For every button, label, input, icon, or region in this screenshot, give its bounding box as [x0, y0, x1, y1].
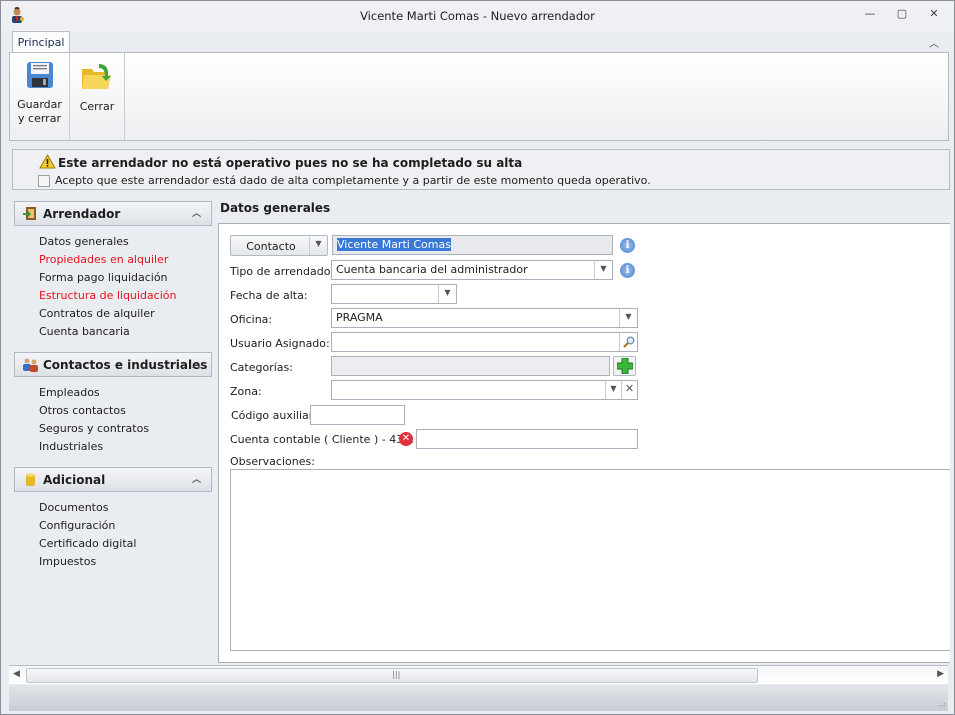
- oficina-select[interactable]: PRAGMA ▼: [331, 308, 638, 328]
- categorias-label: Categorías:: [230, 361, 293, 374]
- fecha-label: Fecha de alta:: [230, 289, 308, 302]
- fecha-alta-picker[interactable]: ▼: [331, 284, 457, 304]
- observaciones-label: Observaciones:: [230, 455, 315, 468]
- scroll-left-icon[interactable]: ◀: [13, 669, 20, 679]
- nav-certificado-digital[interactable]: Certificado digital: [39, 537, 136, 550]
- group-adicional[interactable]: Adicional ︿: [14, 467, 212, 492]
- save-and-close-button[interactable]: Guardar y cerrar: [10, 53, 70, 141]
- save-label-2: y cerrar: [18, 112, 61, 125]
- title-bar: Vicente Marti Comas - Nuevo arrendador —…: [1, 1, 954, 31]
- restore-button[interactable]: ▢: [893, 7, 911, 23]
- usuario-label: Usuario Asignado:: [230, 337, 330, 350]
- nav-documentos[interactable]: Documentos: [39, 501, 108, 514]
- save-label-1: Guardar: [17, 98, 62, 111]
- info-icon[interactable]: i: [620, 263, 635, 278]
- cuenta-contable-field[interactable]: [416, 429, 638, 449]
- nav-impuestos[interactable]: Impuestos: [39, 555, 96, 568]
- contacto-name-value: Vicente Marti Comas: [337, 238, 451, 251]
- tipo-arrendador-select[interactable]: Cuenta bancaria del administrador ▼: [331, 260, 613, 280]
- chevron-up-icon[interactable]: ︿: [192, 206, 201, 219]
- oficina-value: PRAGMA: [336, 311, 383, 324]
- scroll-thumb[interactable]: |||: [26, 668, 759, 683]
- window: Vicente Marti Comas - Nuevo arrendador —…: [0, 0, 955, 715]
- nav-contratos-alquiler[interactable]: Contratos de alquiler: [39, 307, 155, 320]
- cuenta-label: Cuenta contable ( Cliente ) - 430:: [230, 433, 414, 446]
- ribbon: Guardar y cerrar Cerrar: [9, 52, 949, 141]
- zona-select[interactable]: ▼ ✕: [331, 380, 638, 400]
- nav-seguros-contratos[interactable]: Seguros y contratos: [39, 422, 149, 435]
- nav-cuenta-bancaria[interactable]: Cuenta bancaria: [39, 325, 130, 338]
- nav-propiedades-alquiler[interactable]: Propiedades en alquiler: [39, 253, 168, 266]
- database-icon: [26, 473, 35, 486]
- window-title: Vicente Marti Comas - Nuevo arrendador: [360, 9, 595, 23]
- floppy-disk-icon: [26, 62, 53, 88]
- plus-icon: [616, 357, 633, 375]
- nav-estructura-liquidacion[interactable]: Estructura de liquidación: [39, 289, 176, 302]
- search-icon[interactable]: [619, 333, 637, 351]
- warning-banner: Este arrendador no está operativo pues n…: [12, 149, 950, 190]
- observaciones-textarea[interactable]: [230, 469, 950, 651]
- group-title: Arrendador: [43, 207, 121, 221]
- nav-otros-contactos[interactable]: Otros contactos: [39, 404, 126, 417]
- warning-icon: [39, 154, 56, 169]
- group-title: Contactos e industriales: [43, 358, 208, 372]
- group-contactos[interactable]: Contactos e industriales ︿: [14, 352, 212, 377]
- chevron-down-icon[interactable]: ▼: [309, 236, 327, 255]
- chevron-up-icon[interactable]: ︿: [192, 357, 201, 370]
- accept-operative-checkbox[interactable]: Acepto que este arrendador está dado de …: [38, 174, 651, 187]
- chevron-down-icon[interactable]: ▼: [594, 261, 612, 279]
- accept-label: Acepto que este arrendador está dado de …: [55, 174, 651, 187]
- section-title: Datos generales: [220, 201, 331, 215]
- contacto-dropdown-button[interactable]: Contacto ▼: [230, 235, 328, 256]
- nav-empleados[interactable]: Empleados: [39, 386, 100, 399]
- folder-arrow-icon: [82, 64, 111, 89]
- tipo-value: Cuenta bancaria del administrador: [336, 263, 528, 276]
- close-button[interactable]: ✕: [925, 7, 943, 23]
- chevron-down-icon[interactable]: ▼: [438, 285, 456, 303]
- collapse-ribbon-button[interactable]: ︿: [929, 35, 939, 50]
- status-bar: ⠠⠴: [9, 685, 948, 711]
- tab-principal[interactable]: Principal: [12, 31, 70, 53]
- people-icon: [23, 358, 38, 372]
- contacto-label: Contacto: [246, 240, 296, 253]
- error-icon: ✕: [399, 432, 413, 446]
- info-icon[interactable]: i: [620, 238, 635, 253]
- nav-forma-pago[interactable]: Forma pago liquidación: [39, 271, 168, 284]
- usuario-asignado-field[interactable]: [331, 332, 638, 352]
- checkbox[interactable]: [38, 174, 50, 187]
- tipo-label: Tipo de arrendador:: [230, 265, 339, 278]
- nav-configuracion[interactable]: Configuración: [39, 519, 115, 532]
- group-arrendador[interactable]: Arrendador ︿: [14, 201, 212, 226]
- warning-text: Este arrendador no está operativo pues n…: [58, 156, 523, 170]
- chevron-down-icon[interactable]: ▼: [619, 309, 637, 327]
- categorias-field[interactable]: [331, 356, 610, 376]
- group-title: Adicional: [43, 473, 106, 487]
- oficina-label: Oficina:: [230, 313, 273, 326]
- close-form-button[interactable]: Cerrar: [70, 53, 125, 141]
- horizontal-scrollbar[interactable]: ◀ ||| ▶: [9, 665, 948, 684]
- codigo-label: Código auxiliar:: [231, 409, 317, 422]
- minimize-button[interactable]: —: [861, 7, 879, 23]
- chevron-down-icon[interactable]: ▼: [605, 381, 621, 399]
- chevron-up-icon[interactable]: ︿: [192, 472, 201, 485]
- grip-icon: |||: [392, 670, 401, 679]
- close-label: Cerrar: [79, 100, 115, 113]
- contacto-name-field[interactable]: Vicente Marti Comas: [332, 235, 613, 255]
- resize-grip-icon[interactable]: ⠠⠴: [935, 700, 946, 709]
- scroll-right-icon[interactable]: ▶: [937, 669, 944, 679]
- zona-label: Zona:: [230, 385, 262, 398]
- add-category-button[interactable]: [613, 356, 636, 376]
- door-icon: [23, 207, 36, 220]
- clear-icon[interactable]: ✕: [621, 381, 637, 399]
- nav-datos-generales[interactable]: Datos generales: [39, 235, 129, 248]
- nav-industriales[interactable]: Industriales: [39, 440, 103, 453]
- codigo-auxiliar-field[interactable]: [310, 405, 405, 425]
